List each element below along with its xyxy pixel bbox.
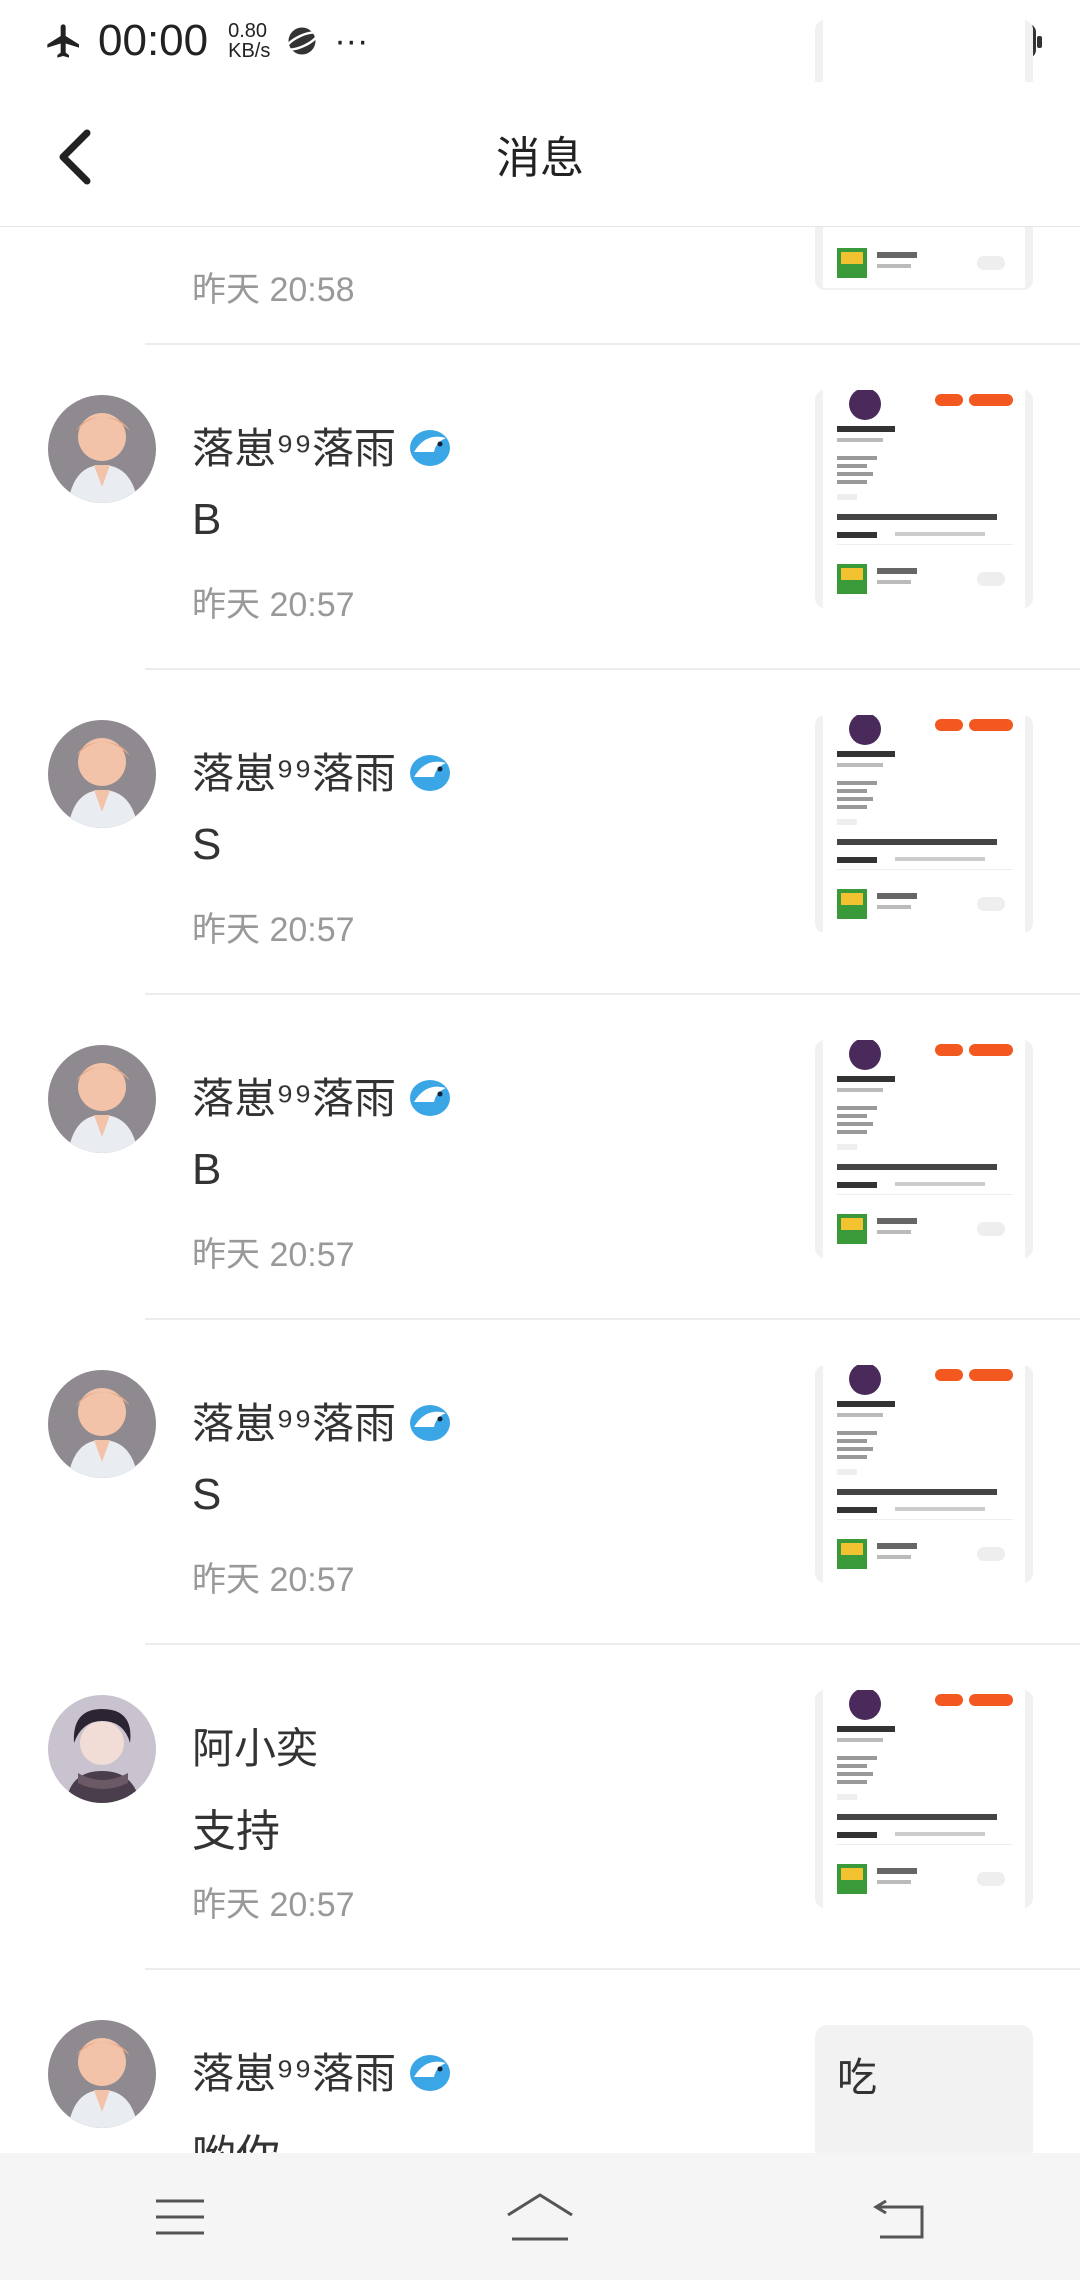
message-item[interactable]: 阿小奕 支持 昨天 20:57 <box>0 1645 1080 1970</box>
post-thumbnail[interactable] <box>815 1690 1033 1908</box>
message-item[interactable]: 落崽⁹⁹落雨 B 昨天 20:57 <box>0 995 1080 1320</box>
sender-name: 落崽⁹⁹落雨 <box>192 1400 396 1447</box>
message-time: 昨天 20:57 <box>192 586 355 624</box>
message-content: B <box>192 1145 222 1194</box>
home-icon <box>507 2192 573 2240</box>
message-item[interactable]: 落崽⁹⁹落雨 S 昨天 20:57 <box>0 1320 1080 1645</box>
page-title: 消息 <box>496 134 584 183</box>
dolphin-badge-icon <box>409 754 450 791</box>
sender-name: 落崽⁹⁹落雨 <box>192 1075 396 1122</box>
message-time: 昨天 20:57 <box>192 911 355 949</box>
menu-icon <box>156 2199 204 2234</box>
dolphin-badge-icon <box>409 1404 450 1441</box>
avatar[interactable] <box>48 395 156 503</box>
avatar[interactable] <box>48 2020 156 2128</box>
back-button[interactable] <box>40 122 110 192</box>
back-icon <box>873 2199 924 2238</box>
avatar[interactable] <box>48 1370 156 1478</box>
avatar[interactable] <box>48 1045 156 1153</box>
sender-name-row[interactable]: 落崽⁹⁹落雨 <box>192 2040 456 2101</box>
avatar[interactable] <box>48 1695 156 1803</box>
quote-text: 吃 <box>837 2056 877 2100</box>
message-time: 昨天 20:57 <box>192 1236 355 1274</box>
sender-name: 落崽⁹⁹落雨 <box>192 425 396 472</box>
sender-name-row[interactable]: 落崽⁹⁹落雨 <box>192 1065 456 1126</box>
message-content: S <box>192 820 222 869</box>
post-thumbnail[interactable] <box>815 390 1033 608</box>
dolphin-badge-icon <box>409 2054 450 2091</box>
dolphin-badge-icon <box>409 429 450 466</box>
sender-name: 阿小奕 <box>192 1725 319 1772</box>
chevron-left-icon <box>59 129 91 185</box>
sender-name-row[interactable]: 落崽⁹⁹落雨 <box>192 740 456 801</box>
sender-name: 落崽⁹⁹落雨 <box>192 2050 396 2097</box>
post-thumbnail[interactable] <box>815 1365 1033 1583</box>
message-time: 昨天 20:57 <box>192 1561 355 1599</box>
sender-name-row[interactable]: 阿小奕 <box>192 1715 318 1776</box>
message-item[interactable]: 落崽⁹⁹落雨 S 昨天 20:57 <box>0 670 1080 995</box>
post-thumbnail[interactable] <box>815 715 1033 933</box>
sender-name-row[interactable]: 落崽⁹⁹落雨 <box>192 415 456 476</box>
message-time: 昨天 20:58 <box>192 271 355 309</box>
message-time: 昨天 20:57 <box>192 1886 355 1924</box>
back-nav-button[interactable] <box>840 2177 960 2257</box>
avatar[interactable] <box>48 720 156 828</box>
dolphin-badge-icon <box>409 1079 450 1116</box>
message-content: 支持 <box>192 1807 280 1856</box>
post-thumbnail[interactable] <box>815 1040 1033 1258</box>
system-nav-bar <box>0 2153 1080 2280</box>
home-button[interactable] <box>480 2177 600 2257</box>
sender-name: 落崽⁹⁹落雨 <box>192 750 396 797</box>
message-content: B <box>192 495 222 544</box>
menu-button[interactable] <box>120 2177 240 2257</box>
header-bar: 消息 <box>0 82 1080 227</box>
message-item[interactable]: 落崽⁹⁹落雨 B 昨天 20:57 <box>0 345 1080 670</box>
sender-name-row[interactable]: 落崽⁹⁹落雨 <box>192 1390 456 1451</box>
message-content: S <box>192 1470 222 1519</box>
